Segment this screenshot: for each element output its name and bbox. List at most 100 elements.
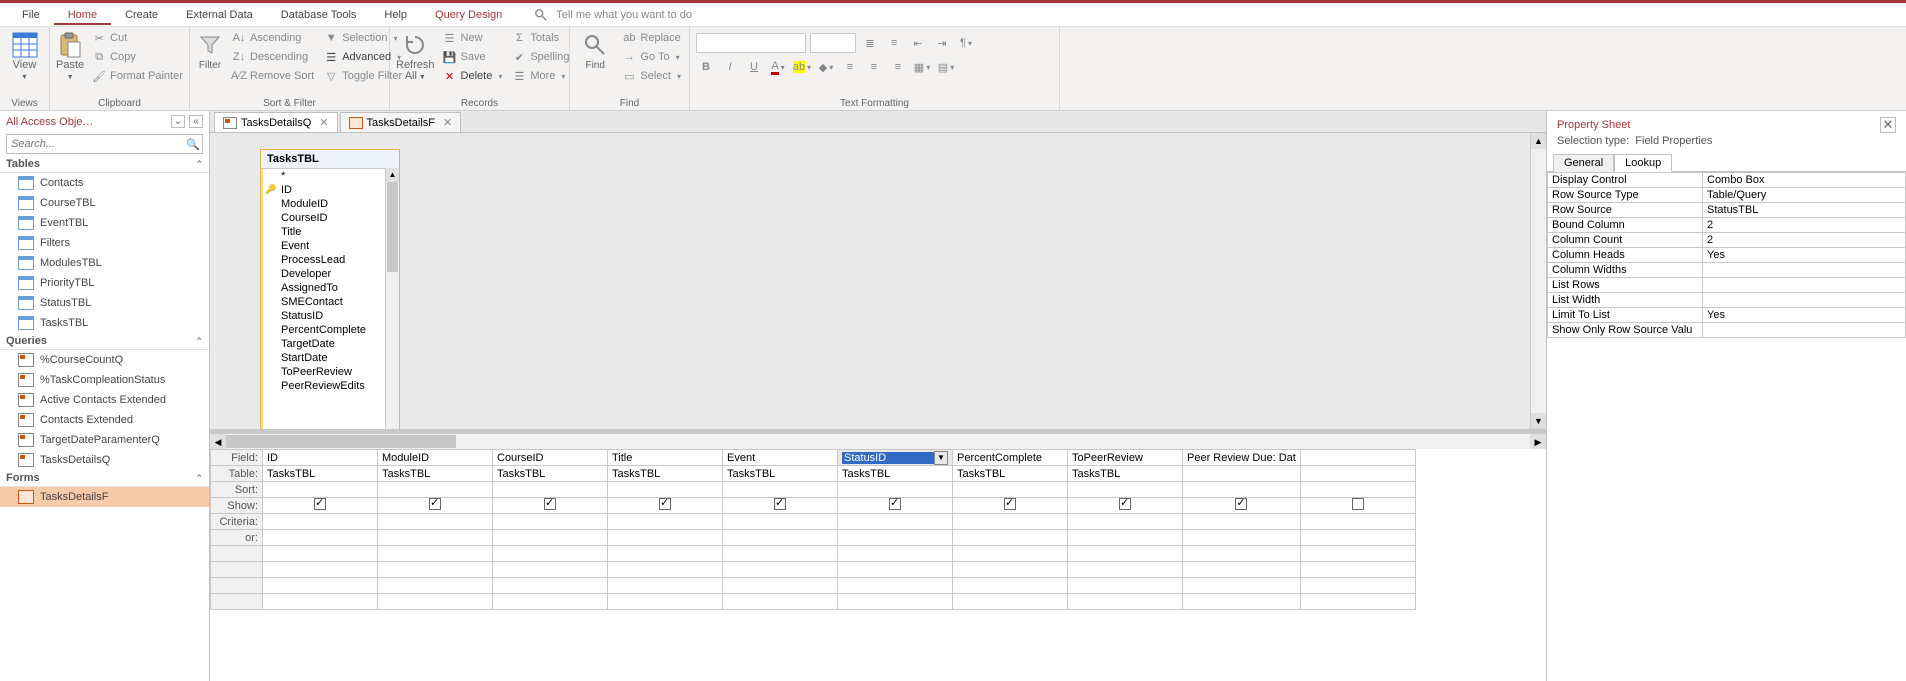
grid-cell[interactable]: TasksTBL xyxy=(263,466,378,482)
nav-item-taskstbl[interactable]: TasksTBL xyxy=(0,313,209,333)
grid-cell[interactable]: TasksTBL xyxy=(838,466,953,482)
grid-row-header[interactable]: Criteria: xyxy=(211,514,263,530)
prop-value[interactable]: 2 xyxy=(1703,233,1906,248)
grid-cell[interactable] xyxy=(608,546,723,562)
grid-cell[interactable] xyxy=(493,546,608,562)
property-tab-lookup[interactable]: Lookup xyxy=(1614,154,1672,172)
nav-collapse-button[interactable]: « xyxy=(189,115,203,128)
grid-cell[interactable] xyxy=(953,530,1068,546)
grid-cell[interactable] xyxy=(608,562,723,578)
nav-item--taskcompleationstatus[interactable]: %TaskCompleationStatus xyxy=(0,370,209,390)
fieldlist-item[interactable]: Developer xyxy=(261,267,399,281)
bold-button[interactable]: B xyxy=(696,57,716,77)
grid-cell[interactable] xyxy=(953,594,1068,610)
grid-row-header[interactable]: Field: xyxy=(211,450,263,466)
grid-cell[interactable] xyxy=(1068,498,1183,514)
replace-button[interactable]: abReplace xyxy=(620,29,683,47)
grid-row-header[interactable]: Show: xyxy=(211,498,263,514)
prop-value[interactable]: Yes xyxy=(1703,248,1906,263)
grid-cell[interactable] xyxy=(263,530,378,546)
alt-row-color-button[interactable]: ▤ xyxy=(936,57,956,77)
grid-cell[interactable] xyxy=(838,514,953,530)
nav-item-contacts-extended[interactable]: Contacts Extended xyxy=(0,410,209,430)
grid-cell[interactable] xyxy=(1183,578,1301,594)
grid-cell[interactable] xyxy=(1300,594,1415,610)
grid-cell[interactable] xyxy=(1300,514,1415,530)
prop-value[interactable]: StatusTBL xyxy=(1703,203,1906,218)
prop-key[interactable]: Column Widths xyxy=(1548,263,1703,278)
grid-cell[interactable] xyxy=(1068,562,1183,578)
grid-cell[interactable] xyxy=(1068,530,1183,546)
prop-value[interactable]: 2 xyxy=(1703,218,1906,233)
font-name-combo[interactable] xyxy=(696,33,806,53)
fieldlist-item[interactable]: SMEContact xyxy=(261,295,399,309)
fieldlist-title[interactable]: TasksTBL xyxy=(261,150,399,169)
grid-cell[interactable] xyxy=(838,546,953,562)
fieldlist-scrollbar[interactable]: ▲▼ xyxy=(385,168,399,433)
nav-search-input[interactable] xyxy=(7,138,184,150)
grid-cell[interactable]: TasksTBL xyxy=(608,466,723,482)
refresh-all-button[interactable]: Refresh All ▼ xyxy=(396,29,435,83)
totals-button[interactable]: ΣTotals xyxy=(510,29,571,47)
paste-button[interactable]: Paste▼ xyxy=(56,29,84,83)
grid-cell[interactable] xyxy=(723,562,838,578)
fieldlist-item[interactable]: PercentComplete xyxy=(261,323,399,337)
menu-create[interactable]: Create xyxy=(111,5,172,25)
grid-cell[interactable] xyxy=(723,514,838,530)
fieldlist-item[interactable]: * xyxy=(261,169,399,183)
prop-key[interactable]: Column Count xyxy=(1548,233,1703,248)
grid-cell[interactable] xyxy=(838,578,953,594)
grid-cell[interactable] xyxy=(1183,514,1301,530)
grid-cell[interactable] xyxy=(493,498,608,514)
grid-cell[interactable] xyxy=(1183,498,1301,514)
nav-group-forms[interactable]: Forms⌃ xyxy=(0,470,209,487)
grid-cell[interactable]: Event xyxy=(723,450,838,466)
nav-title[interactable]: All Access Obje… xyxy=(6,116,167,128)
fieldlist-item[interactable]: PeerReviewEdits xyxy=(261,379,399,393)
cut-button[interactable]: ✂Cut xyxy=(90,29,185,47)
fieldlist-item[interactable]: StartDate xyxy=(261,351,399,365)
font-color-button[interactable]: A xyxy=(768,57,788,77)
menu-external-data[interactable]: External Data xyxy=(172,5,267,25)
grid-row-header[interactable] xyxy=(211,562,263,578)
show-checkbox[interactable] xyxy=(659,498,671,510)
grid-cell[interactable] xyxy=(263,514,378,530)
highlight-button[interactable]: ab xyxy=(792,57,812,77)
grid-cell[interactable] xyxy=(723,546,838,562)
nav-item-contacts[interactable]: Contacts xyxy=(0,173,209,193)
nav-item-coursetbl[interactable]: CourseTBL xyxy=(0,193,209,213)
grid-cell[interactable] xyxy=(953,546,1068,562)
align-left-button[interactable]: ≡ xyxy=(840,57,860,77)
property-tab-general[interactable]: General xyxy=(1553,154,1614,172)
grid-cell[interactable] xyxy=(1300,578,1415,594)
nav-group-tables[interactable]: Tables⌃ xyxy=(0,156,209,173)
fieldlist-item[interactable]: Title xyxy=(261,225,399,239)
fill-color-button[interactable]: ◆ xyxy=(816,57,836,77)
grid-cell[interactable] xyxy=(1300,498,1415,514)
fieldlist-item[interactable]: CourseID xyxy=(261,211,399,225)
prop-key[interactable]: Show Only Row Source Valu xyxy=(1548,323,1703,338)
menu-database-tools[interactable]: Database Tools xyxy=(267,5,371,25)
grid-cell[interactable] xyxy=(723,594,838,610)
grid-cell[interactable] xyxy=(263,562,378,578)
grid-cell[interactable]: TasksTBL xyxy=(493,466,608,482)
new-button[interactable]: ☰New xyxy=(441,29,505,47)
show-checkbox[interactable] xyxy=(1004,498,1016,510)
grid-cell[interactable] xyxy=(838,498,953,514)
nav-item-statustbl[interactable]: StatusTBL xyxy=(0,293,209,313)
prop-key[interactable]: Bound Column xyxy=(1548,218,1703,233)
grid-cell[interactable] xyxy=(1183,546,1301,562)
grid-cell[interactable] xyxy=(1183,594,1301,610)
show-checkbox[interactable] xyxy=(314,498,326,510)
grid-row-header[interactable] xyxy=(211,578,263,594)
upper-hscroll[interactable]: ◀▶ xyxy=(210,433,1546,449)
descending-button[interactable]: Z↓Descending xyxy=(230,48,316,66)
nav-search[interactable]: 🔍 xyxy=(6,134,203,154)
dropdown-arrow-icon[interactable]: ▼ xyxy=(934,451,948,465)
grid-cell[interactable] xyxy=(953,562,1068,578)
view-button[interactable]: View▼ xyxy=(6,29,43,83)
nav-item-tasksdetailsf[interactable]: TasksDetailsF xyxy=(0,487,209,507)
grid-row-header[interactable]: Sort: xyxy=(211,482,263,498)
copy-button[interactable]: ⧉Copy xyxy=(90,48,185,66)
query-design-grid[interactable]: Field:IDModuleIDCourseIDTitleEventStatus… xyxy=(210,449,1546,681)
